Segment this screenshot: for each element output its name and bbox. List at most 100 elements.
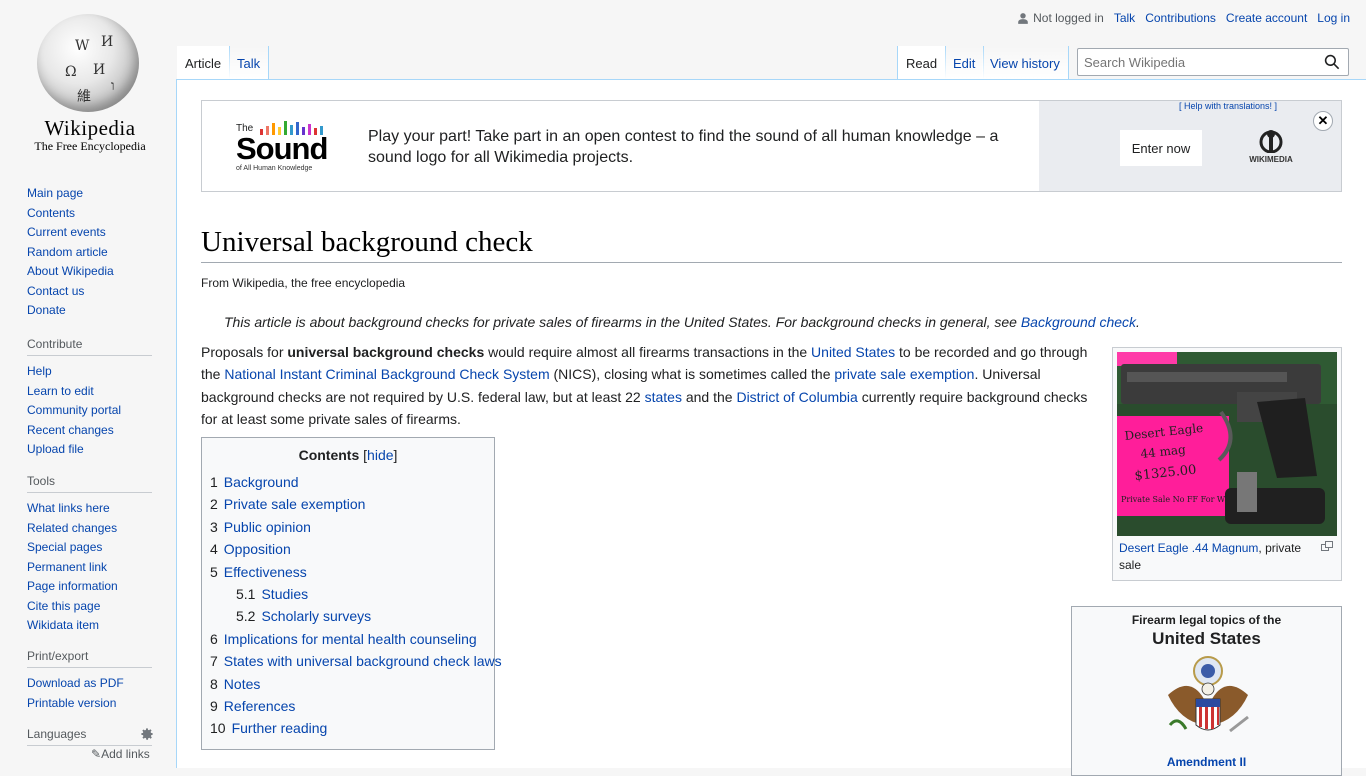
toc-link[interactable]: Background (224, 474, 299, 490)
sidebar-item-community-portal[interactable]: Community portal (27, 401, 167, 421)
link-nics[interactable]: National Instant Criminal Background Che… (224, 366, 549, 382)
toc-list: 1 Background 2 Private sale exemption 3 Pub… (202, 471, 502, 740)
toc-link[interactable]: Opposition (224, 541, 291, 557)
pencil-icon: ✎ (91, 747, 102, 761)
sidebar-item-special-pages[interactable]: Special pages (27, 538, 167, 558)
link-united-states[interactable]: United States (811, 344, 895, 360)
toc-link[interactable]: Public opinion (224, 519, 311, 535)
sidebar-item-learn-to-edit[interactable]: Learn to edit (27, 382, 167, 402)
add-links-label: Add links (101, 747, 150, 761)
contributions-link[interactable]: Contributions (1145, 11, 1216, 25)
login-link[interactable]: Log in (1317, 11, 1350, 25)
wikimedia-icon (1259, 130, 1283, 154)
sidebar-item-help[interactable]: Help (27, 362, 167, 382)
toc-number: 6 (210, 630, 218, 647)
toc-link[interactable]: Private sale exemption (224, 496, 366, 512)
tab-view-history-label: View history (990, 56, 1060, 71)
sidebar-item-what-links-here[interactable]: What links here (27, 499, 167, 519)
sidebar-item-permanent-link[interactable]: Permanent link (27, 558, 167, 578)
tab-read[interactable]: Read (897, 46, 947, 79)
search-input[interactable] (1078, 49, 1320, 75)
help-translations-link[interactable]: [ Help with translations! ] (1179, 101, 1277, 111)
toc-subitem[interactable]: 5.1 Studies (210, 583, 494, 605)
tab-edit-label: Edit (953, 56, 976, 71)
toc-link[interactable]: Studies (261, 586, 308, 602)
sidebar-item-page-information[interactable]: Page information (27, 577, 167, 597)
tab-view-history[interactable]: View history (982, 46, 1069, 79)
toc-number: 9 (210, 698, 218, 715)
close-banner-button[interactable]: ✕ (1313, 111, 1333, 131)
sidebar-item-current-events[interactable]: Current events (27, 223, 167, 243)
sidebar-tools: Tools What links here Related changes Sp… (27, 474, 167, 636)
link-district-of-columbia[interactable]: District of Columbia (736, 389, 857, 405)
enter-now-button[interactable]: Enter now (1119, 129, 1203, 167)
gear-icon[interactable] (140, 727, 154, 741)
link-states[interactable]: states (645, 389, 682, 405)
toc-item[interactable]: 8 Notes (210, 673, 494, 695)
caption-link-desert-eagle[interactable]: Desert Eagle .44 Magnum (1119, 541, 1258, 555)
thumbnail-figure: Desert Eagle 44 mag $1325.00 Private Sal… (1112, 347, 1342, 581)
sidebar-item-donate[interactable]: Donate (27, 301, 167, 321)
sidebar-item-printable-version[interactable]: Printable version (27, 694, 167, 714)
search-icon[interactable] (1324, 54, 1340, 70)
sidebar-item-download-pdf[interactable]: Download as PDF (27, 674, 167, 694)
great-seal-icon (1168, 656, 1249, 733)
wikipedia-logo[interactable]: W И Ω И 維 ו Wikipedia The Free Encyclope… (25, 14, 155, 156)
desert-eagle-photo[interactable]: Desert Eagle 44 mag $1325.00 Private Sal… (1117, 352, 1337, 536)
link-private-sale-exemption[interactable]: private sale exemption (834, 366, 974, 382)
sidebar-item-cite-this-page[interactable]: Cite this page (27, 597, 167, 617)
add-links-link[interactable]: ✎Add links (91, 747, 150, 761)
toc-item[interactable]: 4 Opposition (210, 538, 494, 560)
tab-article[interactable]: Article (177, 46, 231, 79)
toc-link[interactable]: References (224, 698, 296, 714)
sidebar-item-about[interactable]: About Wikipedia (27, 262, 167, 282)
toc-number: 5.2 (236, 608, 256, 625)
toc-link[interactable]: Further reading (232, 720, 328, 736)
toc-number: 1 (210, 474, 218, 490)
pistol-image: Desert Eagle 44 mag $1325.00 Private Sal… (1117, 352, 1337, 536)
sidebar-item-contents[interactable]: Contents (27, 204, 167, 224)
tab-read-label: Read (906, 56, 938, 71)
toc-item[interactable]: 2 Private sale exemption (210, 493, 494, 515)
sidebar-heading-contribute: Contribute (27, 337, 152, 356)
sidebar-item-contact[interactable]: Contact us (27, 282, 167, 302)
sidebar-item-random-article[interactable]: Random article (27, 243, 167, 263)
hatnote-link-background-check[interactable]: Background check (1021, 314, 1136, 330)
toc-link[interactable]: Implications for mental health counselin… (224, 631, 477, 647)
infobox-sidebar: Firearm legal topics of the United State… (1071, 606, 1342, 776)
amendment-ii-link[interactable]: Amendment II (1072, 755, 1341, 769)
languages-label: Languages (27, 727, 87, 741)
toc-link[interactable]: Scholarly surveys (261, 608, 371, 624)
sidebar-item-upload-file[interactable]: Upload file (27, 440, 167, 460)
not-logged-in: Not logged in (1017, 11, 1104, 25)
toc-item[interactable]: 9 References (210, 695, 494, 717)
table-of-contents: Contents [hide] 1 Background 2 Private sal… (201, 437, 502, 750)
toc-hide-toggle[interactable]: hide (367, 447, 393, 463)
toc-item[interactable]: 3 Public opinion (210, 516, 494, 538)
not-logged-in-label: Not logged in (1033, 11, 1104, 25)
toc-subitem[interactable]: 5.2 Scholarly surveys (210, 605, 494, 627)
enlarge-icon[interactable] (1321, 541, 1333, 551)
sidebar-item-related-changes[interactable]: Related changes (27, 519, 167, 539)
tab-talk[interactable]: Talk (229, 46, 270, 79)
create-account-link[interactable]: Create account (1226, 11, 1307, 25)
banner-action-panel: [ Help with translations! ] Enter now WI… (1039, 101, 1341, 191)
toc-link[interactable]: Notes (224, 676, 261, 692)
lead-text: (NICS), closing what is sometimes called… (549, 366, 835, 383)
wikipedia-wordmark: Wikipedia (44, 116, 136, 140)
toc-link[interactable]: Effectiveness (224, 564, 307, 580)
tab-edit[interactable]: Edit (945, 46, 985, 79)
sidebar-item-main-page[interactable]: Main page (27, 184, 167, 204)
toc-item[interactable]: 6 Implications for mental health counseli… (210, 628, 494, 650)
toc-item[interactable]: 1 Background (210, 471, 494, 493)
talk-link[interactable]: Talk (1114, 11, 1135, 25)
lead-paragraph: Proposals for universal background check… (201, 341, 1094, 431)
toc-link[interactable]: States with universal background check l… (224, 653, 502, 669)
sidebar-item-recent-changes[interactable]: Recent changes (27, 421, 167, 441)
toc-item[interactable]: 7 States with universal background check … (210, 650, 502, 672)
toc-item[interactable]: 10 Further reading (210, 717, 494, 739)
toc-item[interactable]: 5 Effectiveness (210, 561, 494, 583)
personal-tools: Not logged in Talk Contributions Create … (1017, 11, 1350, 25)
sidebar-item-wikidata-item[interactable]: Wikidata item (27, 616, 167, 636)
wikimedia-label: WIKIMEDIA (1249, 155, 1293, 164)
